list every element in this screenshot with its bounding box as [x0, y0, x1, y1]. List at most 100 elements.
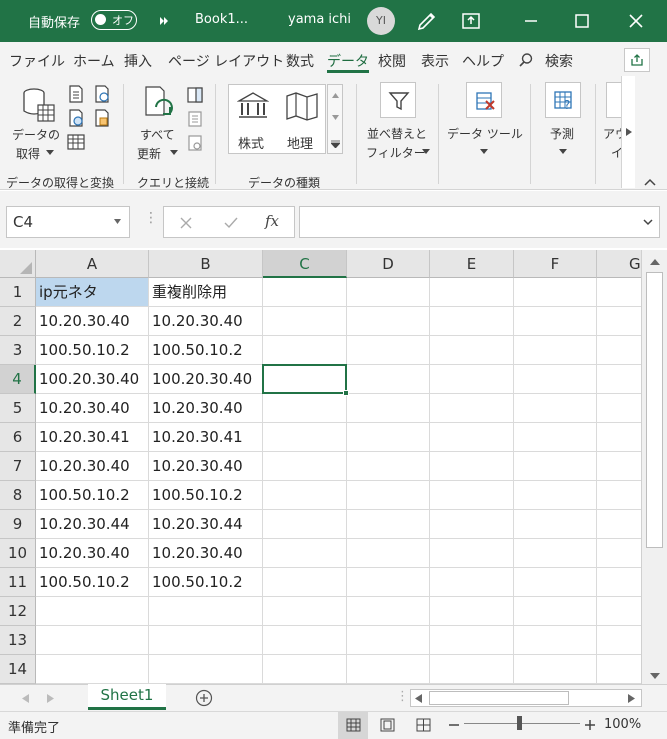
forecast-tile[interactable]: ? — [545, 82, 581, 118]
row-header-4[interactable]: 4 — [0, 365, 36, 394]
tab-insert[interactable]: 挿入 — [124, 51, 152, 71]
cell-a4[interactable]: 100.20.30.40 — [36, 365, 149, 394]
cell-g12[interactable] — [597, 597, 641, 626]
avatar[interactable]: YI — [367, 7, 395, 35]
cell-a9[interactable]: 10.20.30.44 — [36, 510, 149, 539]
cell-f13[interactable] — [514, 626, 597, 655]
zoom-in-icon[interactable] — [584, 719, 596, 731]
cell-e13[interactable] — [430, 626, 514, 655]
column-header-e[interactable]: E — [430, 250, 514, 278]
cell-b8[interactable]: 100.50.10.2 — [149, 481, 263, 510]
cell-c12[interactable] — [263, 597, 347, 626]
cell-g3[interactable] — [597, 336, 641, 365]
cell-f8[interactable] — [514, 481, 597, 510]
cell-g14[interactable] — [597, 655, 641, 684]
cell-b10[interactable]: 10.20.30.40 — [149, 539, 263, 568]
recent-sources-icon[interactable] — [92, 84, 112, 104]
cell-d13[interactable] — [347, 626, 430, 655]
zoom-slider[interactable] — [464, 723, 580, 724]
cell-a5[interactable]: 10.20.30.40 — [36, 394, 149, 423]
cell-g5[interactable] — [597, 394, 641, 423]
data-tools-button[interactable]: データ ツール — [447, 125, 523, 142]
from-web-icon[interactable] — [66, 108, 86, 128]
normal-view-button[interactable] — [338, 712, 368, 739]
vertical-scroll-thumb[interactable] — [646, 272, 663, 548]
tab-help[interactable]: ヘルプ — [462, 51, 504, 71]
stocks-button[interactable]: 株式 — [238, 133, 264, 152]
row-header-3[interactable]: 3 — [0, 336, 36, 365]
cell-b11[interactable]: 100.50.10.2 — [149, 568, 263, 597]
cell-e3[interactable] — [430, 336, 514, 365]
cell-e8[interactable] — [430, 481, 514, 510]
cell-c2[interactable] — [263, 307, 347, 336]
cell-a6[interactable]: 10.20.30.41 — [36, 423, 149, 452]
cell-g10[interactable] — [597, 539, 641, 568]
cell-c3[interactable] — [263, 336, 347, 365]
select-all-button[interactable] — [0, 250, 36, 278]
cell-d5[interactable] — [347, 394, 430, 423]
get-data-icon[interactable] — [18, 85, 58, 125]
cell-c1[interactable] — [263, 278, 347, 307]
cell-d8[interactable] — [347, 481, 430, 510]
add-sheet-icon[interactable] — [195, 689, 213, 707]
chevron-up-icon[interactable] — [332, 93, 339, 98]
collapse-ribbon-icon[interactable] — [644, 178, 656, 186]
cell-a12[interactable] — [36, 597, 149, 626]
column-header-c[interactable]: C — [263, 250, 347, 278]
cell-d14[interactable] — [347, 655, 430, 684]
cell-e4[interactable] — [430, 365, 514, 394]
queries-connections-icon[interactable] — [186, 86, 204, 104]
cell-f7[interactable] — [514, 452, 597, 481]
tab-file[interactable]: ファイル — [9, 51, 65, 71]
row-header-11[interactable]: 11 — [0, 568, 36, 597]
get-data-label-2[interactable]: 取得 — [16, 145, 40, 162]
cell-g6[interactable] — [597, 423, 641, 452]
cell-b3[interactable]: 100.50.10.2 — [149, 336, 263, 365]
existing-connections-icon[interactable] — [92, 108, 112, 128]
enter-icon[interactable] — [223, 216, 239, 230]
name-box[interactable]: C4 — [6, 206, 130, 238]
cell-b6[interactable]: 10.20.30.41 — [149, 423, 263, 452]
tab-formulas[interactable]: 数式 — [286, 51, 314, 71]
row-header-12[interactable]: 12 — [0, 597, 36, 626]
cell-g1[interactable] — [597, 278, 641, 307]
tab-split-grip-icon[interactable]: ⋮ — [396, 689, 409, 704]
user-name[interactable]: yama ichi — [288, 12, 351, 27]
maximize-icon[interactable] — [569, 8, 595, 34]
cell-f1[interactable] — [514, 278, 597, 307]
cell-d12[interactable] — [347, 597, 430, 626]
row-header-10[interactable]: 10 — [0, 539, 36, 568]
autosave-toggle[interactable]: オフ — [91, 10, 137, 30]
cell-b5[interactable]: 10.20.30.40 — [149, 394, 263, 423]
data-tools-tile[interactable] — [466, 82, 502, 118]
chevron-down-icon[interactable] — [332, 115, 339, 120]
outline-tile[interactable] — [606, 82, 622, 118]
geography-button[interactable]: 地理 — [287, 133, 313, 152]
tab-data[interactable]: データ — [327, 51, 369, 71]
cell-d2[interactable] — [347, 307, 430, 336]
cell-c14[interactable] — [263, 655, 347, 684]
page-break-view-icon[interactable] — [416, 718, 431, 732]
fill-handle[interactable] — [343, 390, 349, 396]
ribbon-display-options-icon[interactable] — [458, 8, 484, 34]
expand-formula-icon[interactable] — [643, 219, 653, 226]
cell-d1[interactable] — [347, 278, 430, 307]
cell-b4[interactable]: 100.20.30.40 — [149, 365, 263, 394]
cell-g11[interactable] — [597, 568, 641, 597]
scroll-down-icon[interactable] — [650, 673, 660, 680]
cell-g9[interactable] — [597, 510, 641, 539]
cell-e2[interactable] — [430, 307, 514, 336]
column-header-b[interactable]: B — [149, 250, 263, 278]
cell-c13[interactable] — [263, 626, 347, 655]
next-sheet-icon[interactable] — [47, 694, 54, 703]
cell-b12[interactable] — [149, 597, 263, 626]
column-header-d[interactable]: D — [347, 250, 430, 278]
cell-e11[interactable] — [430, 568, 514, 597]
refresh-label-2[interactable]: 更新 — [137, 145, 161, 162]
cancel-icon[interactable] — [179, 216, 193, 230]
zoom-slider-thumb[interactable] — [517, 716, 522, 730]
cell-f12[interactable] — [514, 597, 597, 626]
column-header-a[interactable]: A — [36, 250, 149, 278]
cell-d10[interactable] — [347, 539, 430, 568]
tab-page-layout[interactable]: ページ レイアウト — [168, 51, 284, 71]
